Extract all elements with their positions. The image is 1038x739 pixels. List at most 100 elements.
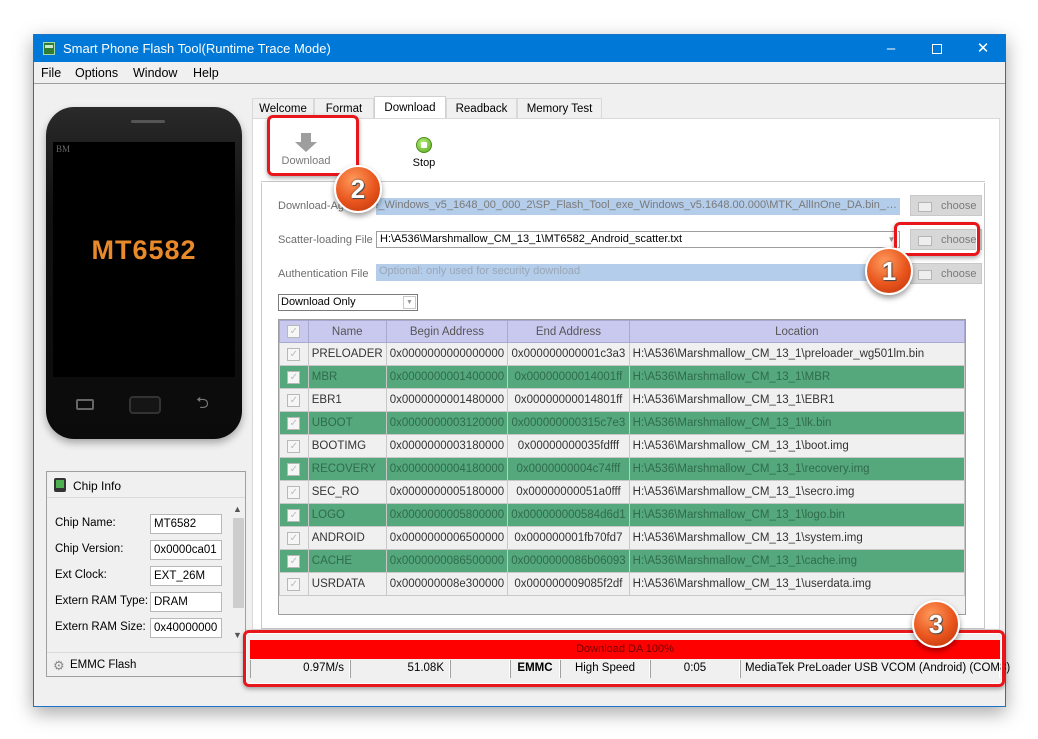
partition-location: H:\A536\Marshmallow_CM_13_1\boot.img — [628, 434, 966, 458]
partition-name: EBR1 — [307, 388, 387, 412]
checkbox-icon[interactable]: ✓ — [287, 370, 301, 384]
partition-location: H:\A536\Marshmallow_CM_13_1\preloader_wg… — [628, 342, 966, 366]
chip-info-title: Chip Info — [73, 479, 122, 493]
choose-label: choose — [941, 268, 977, 280]
partition-name: BOOTIMG — [307, 434, 387, 458]
maximize-icon — [932, 44, 942, 55]
checkbox-icon[interactable]: ✓ — [287, 485, 301, 499]
row-checkbox[interactable]: ✓ — [279, 342, 309, 366]
menu-help[interactable]: Help — [193, 66, 219, 80]
row-checkbox[interactable]: ✓ — [279, 526, 309, 550]
table-row[interactable]: ✓ CACHE 0x0000000086500000 0x0000000086b060… — [279, 549, 966, 573]
chip-version-value: 0x0000ca01 — [150, 540, 222, 560]
partition-location: H:\A536\Marshmallow_CM_13_1\lk.bin — [628, 411, 966, 435]
menu-window[interactable]: Window — [133, 66, 177, 80]
checkbox-icon[interactable]: ✓ — [287, 416, 301, 430]
checkbox-icon[interactable]: ✓ — [287, 462, 301, 476]
gear-icon: ⚙ — [53, 658, 65, 673]
annotation-highlight-download — [267, 115, 359, 176]
checkbox-icon[interactable]: ✓ — [287, 393, 301, 407]
table-row[interactable]: ✓ SEC_RO 0x0000000005180000 0x00000000051a0… — [279, 480, 966, 504]
menu-bar: File Options Window Help — [34, 62, 1005, 84]
stop-button[interactable]: Stop — [389, 125, 459, 177]
table-row[interactable]: ✓ MBR 0x0000000001400000 0x00000000014001ff… — [279, 365, 966, 389]
tab-readback[interactable]: Readback — [446, 98, 517, 119]
partition-name: MBR — [307, 365, 387, 389]
row-checkbox[interactable]: ✓ — [279, 388, 309, 412]
end-address: 0x000000001fb70fd7 — [507, 526, 630, 550]
folder-icon — [918, 270, 932, 280]
row-checkbox[interactable]: ✓ — [279, 434, 309, 458]
table-row[interactable]: ✓ ANDROID 0x0000000006500000 0x000000001fb7… — [279, 526, 966, 550]
header-location[interactable]: Location — [628, 320, 966, 343]
checkbox-icon[interactable]: ✓ — [287, 577, 301, 591]
table-row[interactable]: ✓ UBOOT 0x0000000003120000 0x000000000315c7… — [279, 411, 966, 435]
chip-info-panel: Chip Info Chip Name: MT6582 Chip Version… — [46, 471, 246, 677]
checkbox-icon[interactable]: ✓ — [287, 439, 301, 453]
table-row[interactable]: ✓ PRELOADER 0x0000000000000000 0x0000000000… — [279, 342, 966, 366]
header-begin-address[interactable]: Begin Address — [385, 320, 509, 343]
header-name[interactable]: Name — [307, 320, 387, 343]
menu-file[interactable]: File — [41, 66, 61, 80]
checkbox-icon[interactable]: ✓ — [287, 508, 301, 522]
download-agent-field[interactable]: …_exe_Windows_v5_1648_00_000_2\SP_Flash_… — [376, 198, 900, 215]
row-checkbox[interactable]: ✓ — [279, 503, 309, 527]
partition-name: USRDATA — [307, 572, 387, 596]
auth-choose-button[interactable]: choose — [910, 263, 982, 284]
emmc-flash-header[interactable]: ⚙ EMMC Flash — [47, 652, 245, 677]
table-row[interactable]: ✓ EBR1 0x0000000001480000 0x00000000014801f… — [279, 388, 966, 412]
table-row[interactable]: ✓ USRDATA 0x000000008e300000 0x000000009085… — [279, 572, 966, 596]
chip-info-header[interactable]: Chip Info — [47, 472, 245, 498]
flash-tool-window: Smart Phone Flash Tool(Runtime Trace Mod… — [33, 34, 1010, 707]
maximize-button[interactable] — [914, 35, 960, 62]
annotation-badge-3: 3 — [912, 600, 960, 648]
table-row[interactable]: ✓ BOOTIMG 0x0000000003180000 0x00000000035f… — [279, 434, 966, 458]
begin-address: 0x0000000005800000 — [385, 503, 509, 527]
scatter-file-value: H:\A536\Marshmallow_CM_13_1\MT6582_Andro… — [380, 233, 683, 245]
checkbox-icon[interactable]: ✓ — [287, 347, 301, 361]
end-address: 0x00000000051a0fff — [507, 480, 630, 504]
scroll-thumb[interactable] — [233, 518, 244, 608]
auth-file-field[interactable]: Optional: only used for security downloa… — [376, 264, 900, 281]
partition-location: H:\A536\Marshmallow_CM_13_1\system.img — [628, 526, 966, 550]
partition-location: H:\A536\Marshmallow_CM_13_1\recovery.img — [628, 457, 966, 481]
row-checkbox[interactable]: ✓ — [279, 411, 309, 435]
back-key-icon: ⮌ — [196, 395, 209, 412]
stop-button-label: Stop — [412, 157, 436, 169]
partition-name: ANDROID — [307, 526, 387, 550]
table-row[interactable]: ✓ RECOVERY 0x0000000004180000 0x0000000004c… — [279, 457, 966, 481]
scroll-down-icon[interactable]: ▼ — [233, 630, 242, 640]
select-all-checkbox[interactable]: ✓ — [279, 320, 309, 343]
row-checkbox[interactable]: ✓ — [279, 572, 309, 596]
window-title: Smart Phone Flash Tool(Runtime Trace Mod… — [63, 41, 331, 56]
row-checkbox[interactable]: ✓ — [279, 457, 309, 481]
checkbox-icon[interactable]: ✓ — [287, 531, 301, 545]
row-checkbox[interactable]: ✓ — [279, 480, 309, 504]
ram-type-label: Extern RAM Type: — [55, 595, 149, 607]
close-button[interactable]: ✕ — [960, 35, 1006, 62]
partition-location: H:\A536\Marshmallow_CM_13_1\EBR1 — [628, 388, 966, 412]
scatter-file-field[interactable]: H:\A536\Marshmallow_CM_13_1\MT6582_Andro… — [376, 231, 900, 248]
table-row[interactable]: ✓ LOGO 0x0000000005800000 0x000000000584d6d… — [279, 503, 966, 527]
tab-memory-test[interactable]: Memory Test — [517, 98, 602, 119]
tab-download[interactable]: Download — [374, 96, 446, 118]
row-checkbox[interactable]: ✓ — [279, 365, 309, 389]
partition-name: PRELOADER — [307, 342, 387, 366]
phone-speaker — [131, 120, 165, 123]
header-end-address[interactable]: End Address — [507, 320, 630, 343]
menu-options[interactable]: Options — [75, 66, 118, 80]
row-checkbox[interactable]: ✓ — [279, 549, 309, 573]
chip-info-scrollbar[interactable]: ▲ ▼ — [231, 502, 245, 642]
begin-address: 0x0000000003180000 — [385, 434, 509, 458]
minimize-button[interactable]: – — [868, 35, 914, 62]
checkbox-icon[interactable]: ✓ — [287, 554, 301, 568]
chip-name-value: MT6582 — [150, 514, 222, 534]
download-agent-choose-button[interactable]: choose — [910, 195, 982, 216]
begin-address: 0x0000000004180000 — [385, 457, 509, 481]
stop-icon — [416, 137, 432, 153]
scroll-up-icon[interactable]: ▲ — [233, 504, 242, 514]
phone-chip-label: MT6582 — [91, 235, 197, 265]
download-mode-select[interactable]: Download Only ▼ — [278, 294, 418, 311]
title-bar: Smart Phone Flash Tool(Runtime Trace Mod… — [34, 35, 1005, 62]
emmc-flash-label: EMMC Flash — [70, 659, 137, 671]
